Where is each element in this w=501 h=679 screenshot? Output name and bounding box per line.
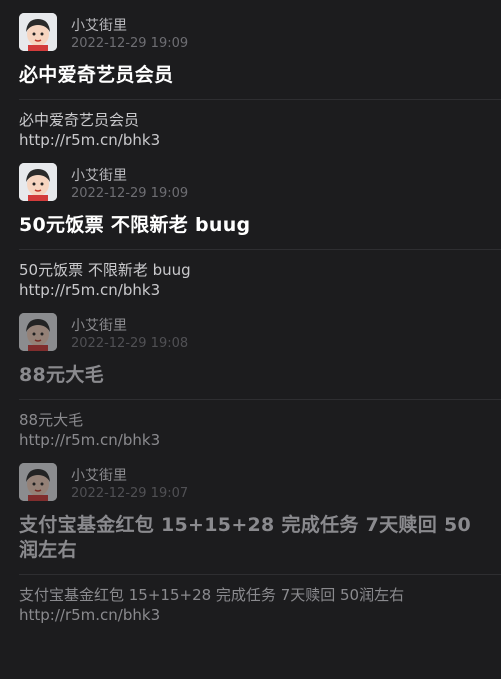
post-time: 2022-12-29 19:08 [71, 336, 189, 351]
post-body-text: 88元大毛 [19, 411, 84, 429]
post-time: 2022-12-29 19:09 [71, 186, 189, 201]
post-link[interactable]: http://r5m.cn/bhk3 [19, 130, 482, 150]
post-header: 小艾街里 2022-12-29 19:07 [19, 463, 482, 503]
author-name[interactable]: 小艾街里 [71, 15, 127, 35]
post-link[interactable]: http://r5m.cn/bhk3 [19, 430, 482, 450]
post-header: 小艾街里 2022-12-29 19:08 [19, 313, 482, 353]
post-title: 必中爱奇艺员会员 [19, 64, 174, 86]
post-body-text: 必中爱奇艺员会员 [19, 111, 140, 129]
post-item[interactable]: 小艾街里 2022-12-29 19:09 50元饭票 不限新老 buug 50… [0, 163, 501, 300]
divider [19, 99, 501, 100]
avatar-icon [19, 163, 57, 201]
post-body: 88元大毛 http://r5m.cn/bhk3 [19, 410, 482, 450]
post-time: 2022-12-29 19:09 [71, 36, 189, 51]
post-item[interactable]: 小艾街里 2022-12-29 19:08 88元大毛 88元大毛 http:/… [0, 313, 501, 450]
message-feed: 小艾街里 2022-12-29 19:09 必中爱奇艺员会员 必中爱奇艺员会员 … [0, 0, 501, 625]
post-body: 支付宝基金红包 15+15+28 完成任务 7天赎回 50润左右 http://… [19, 585, 482, 625]
avatar-icon [19, 463, 57, 501]
author-name[interactable]: 小艾街里 [71, 315, 127, 335]
post-time: 2022-12-29 19:07 [71, 486, 189, 501]
avatar-icon [19, 313, 57, 351]
post-item[interactable]: 小艾街里 2022-12-29 19:09 必中爱奇艺员会员 必中爱奇艺员会员 … [0, 13, 501, 150]
post-title: 50元饭票 不限新老 buug [19, 214, 251, 236]
avatar[interactable] [19, 13, 57, 51]
avatar[interactable] [19, 463, 57, 501]
avatar[interactable] [19, 313, 57, 351]
author-name[interactable]: 小艾街里 [71, 465, 127, 485]
author-name[interactable]: 小艾街里 [71, 165, 127, 185]
avatar[interactable] [19, 163, 57, 201]
post-header: 小艾街里 2022-12-29 19:09 [19, 13, 482, 53]
post-header: 小艾街里 2022-12-29 19:09 [19, 163, 482, 203]
divider [19, 249, 501, 250]
post-link[interactable]: http://r5m.cn/bhk3 [19, 605, 482, 625]
avatar-icon [19, 13, 57, 51]
post-body-text: 支付宝基金红包 15+15+28 完成任务 7天赎回 50润左右 [19, 586, 405, 604]
post-title: 88元大毛 [19, 364, 104, 386]
divider [19, 399, 501, 400]
post-body: 50元饭票 不限新老 buug http://r5m.cn/bhk3 [19, 260, 482, 300]
divider [19, 574, 501, 575]
post-title: 支付宝基金红包 15+15+28 完成任务 7天赎回 50润左右 [19, 514, 471, 561]
post-body-text: 50元饭票 不限新老 buug [19, 261, 191, 279]
post-item[interactable]: 小艾街里 2022-12-29 19:07 支付宝基金红包 15+15+28 完… [0, 463, 501, 625]
post-link[interactable]: http://r5m.cn/bhk3 [19, 280, 482, 300]
post-body: 必中爱奇艺员会员 http://r5m.cn/bhk3 [19, 110, 482, 150]
